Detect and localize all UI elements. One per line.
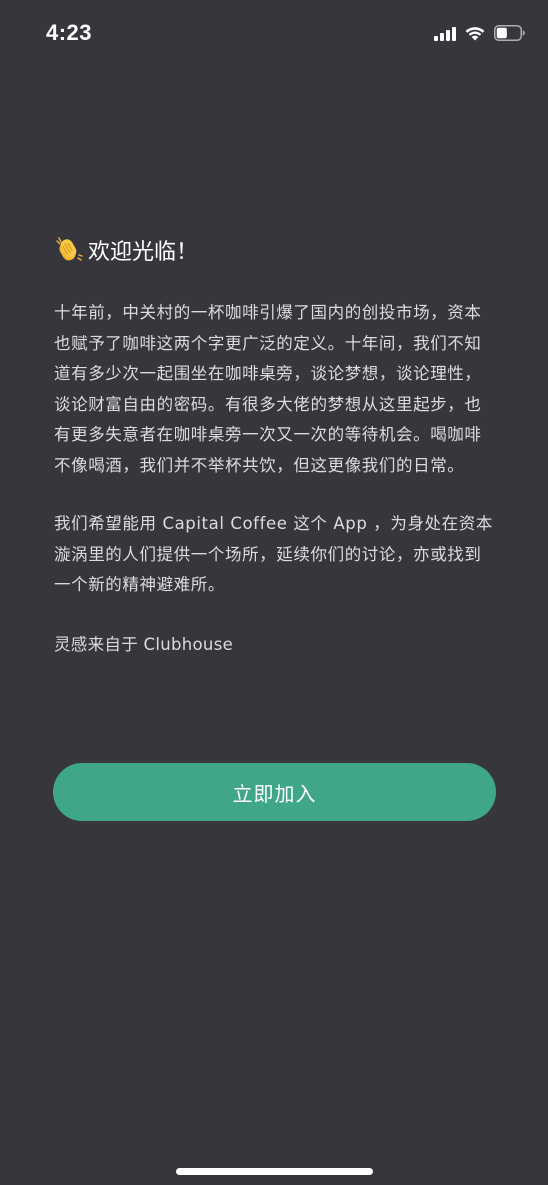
join-now-button[interactable]: 立即加入	[53, 763, 496, 821]
status-time: 4:23	[46, 20, 93, 45]
battery-icon	[494, 25, 526, 41]
mission-paragraph: 我们希望能用 Capital Coffee 这个 App ，为身处在资本漩涡里的…	[54, 514, 493, 594]
signal-icon	[434, 25, 456, 41]
intro-paragraph: 十年前，中关村的一杯咖啡引爆了国内的创投市场，资本也赋予了咖啡这两个字更广泛的定…	[54, 303, 482, 475]
welcome-content: 欢迎光临！ 十年前，中关村的一杯咖啡引爆了国内的创投市场，资本也赋予了咖啡这两个…	[54, 228, 496, 660]
clapping-hands-icon	[56, 237, 83, 261]
welcome-heading: 欢迎光临！	[54, 228, 496, 272]
home-indicator[interactable]	[176, 1168, 373, 1175]
wifi-icon	[464, 25, 486, 41]
status-icons	[434, 22, 526, 44]
welcome-title: 欢迎光临！	[88, 240, 199, 265]
inspired-by-text: 灵感来自于 Clubhouse	[54, 634, 234, 654]
status-bar: 4:23	[0, 0, 548, 66]
